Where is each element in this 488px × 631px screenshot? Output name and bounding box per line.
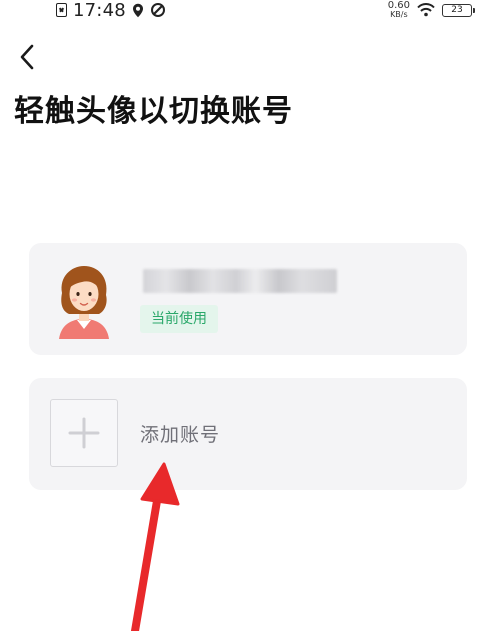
add-account-icon-box[interactable] (50, 399, 118, 467)
battery-level: 23 (451, 4, 463, 15)
sim-icon (56, 3, 67, 17)
chevron-left-icon (20, 44, 34, 70)
status-right: 0.60 KB/s 23 (388, 0, 475, 20)
plus-icon (68, 417, 100, 449)
sync-icon (150, 3, 165, 17)
status-left: 17:48 (56, 0, 166, 21)
location-icon (132, 3, 143, 17)
battery-icon: 23 (442, 3, 475, 17)
wifi-icon (417, 3, 435, 17)
status-time: 17:48 (73, 0, 126, 21)
avatar[interactable] (53, 263, 115, 339)
avatar-woman-icon (59, 266, 109, 339)
status-badge: 当前使用 (140, 305, 218, 333)
net-speed: 0.60 KB/s (388, 1, 410, 19)
account-name-masked (143, 269, 337, 293)
net-speed-unit: KB/s (390, 10, 408, 19)
back-button[interactable] (10, 40, 44, 74)
annotation-arrow (131, 462, 180, 631)
status-bar: 17:48 0.60 KB/s 23 (0, 0, 488, 22)
add-account-label[interactable]: 添加账号 (140, 421, 220, 449)
page-title: 轻触头像以切换账号 (14, 94, 293, 129)
